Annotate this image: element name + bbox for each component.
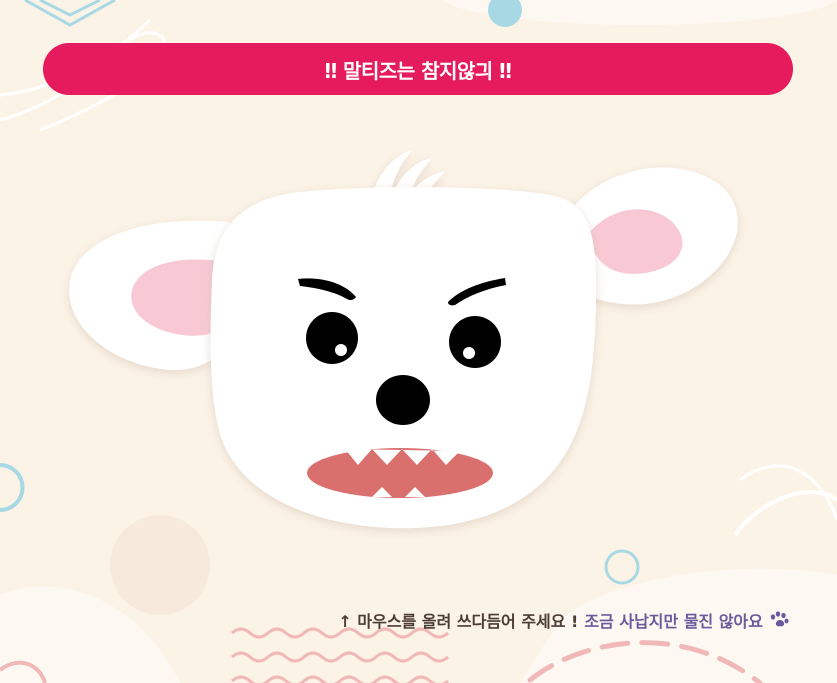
hint-text: ↑ 마우스를 올려 쓰다듬어 주세요 ! 조금 사납지만 물진 않아요: [338, 608, 789, 632]
hint-main: ↑ 마우스를 올려 쓰다듬어 주세요 !: [338, 612, 579, 631]
maltese-dog[interactable]: [0, 0, 837, 683]
paw-icon: [770, 611, 789, 627]
mouth: [307, 448, 493, 498]
left-eye: [306, 312, 358, 364]
right-ear[interactable]: [575, 167, 738, 305]
left-ear[interactable]: [69, 220, 236, 371]
right-eye: [449, 316, 501, 368]
hint-sub: 조금 사납지만 물진 않아요: [584, 612, 763, 631]
nose: [376, 375, 430, 425]
